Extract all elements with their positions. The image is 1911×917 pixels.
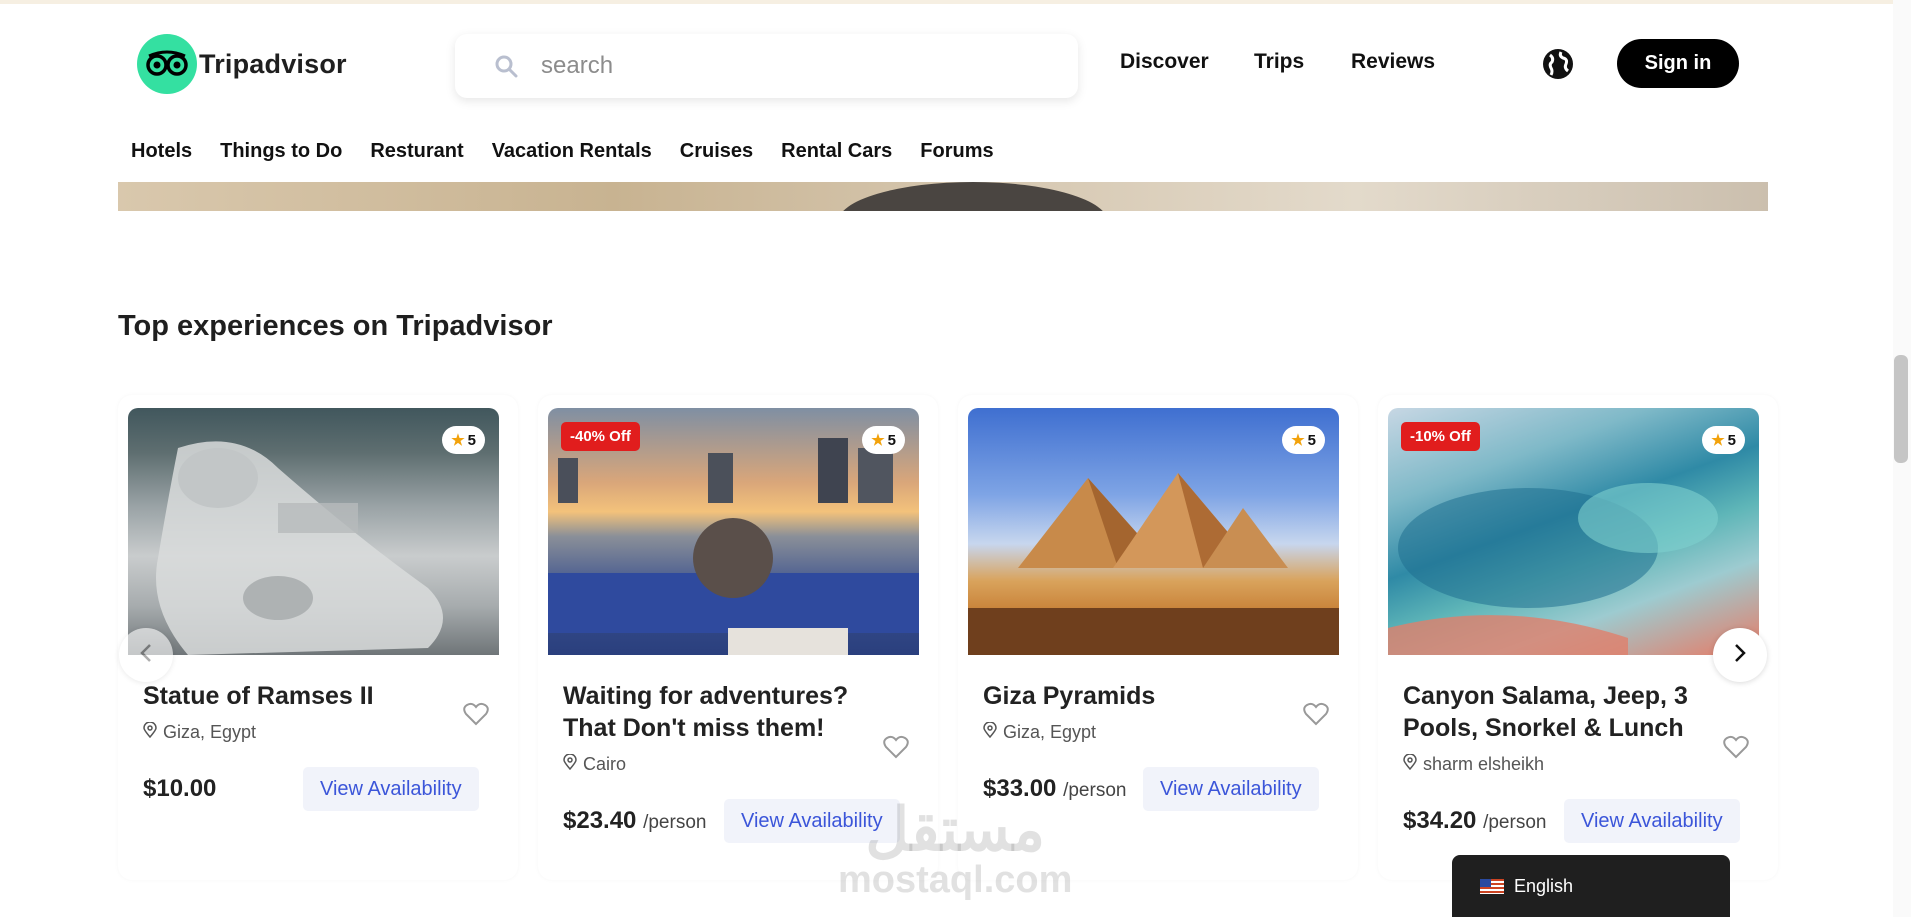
scrollbar-thumb[interactable] xyxy=(1894,355,1908,463)
category-nav: Hotels Things to Do Resturant Vacation R… xyxy=(131,140,994,163)
category-forums[interactable]: Forums xyxy=(920,140,993,163)
star-icon: ★ xyxy=(451,432,465,449)
owl-logo-icon xyxy=(137,34,197,94)
location-pin-icon xyxy=(1403,753,1417,775)
price-value: $23.40 xyxy=(563,807,637,834)
language-selector[interactable]: English xyxy=(1452,855,1730,917)
card-location: sharm elsheikh xyxy=(1403,753,1545,775)
card-title[interactable]: Giza Pyramids xyxy=(983,680,1293,712)
section-title: Top experiences on Tripadvisor xyxy=(118,310,553,342)
card-location: Cairo xyxy=(563,753,627,775)
nav-discover[interactable]: Discover xyxy=(1120,50,1209,74)
carousel-next-button[interactable] xyxy=(1713,628,1767,682)
rating-value: 5 xyxy=(1727,431,1736,449)
category-rental-cars[interactable]: Rental Cars xyxy=(781,140,892,163)
price-unit: /person xyxy=(1063,780,1127,801)
hero-stone-shape xyxy=(838,182,1108,211)
category-hotels[interactable]: Hotels xyxy=(131,140,192,163)
rating-badge: ★ 5 xyxy=(1282,426,1325,454)
card-image-nile-boat[interactable]: -40% Off ★ 5 xyxy=(548,408,919,655)
rating-value: 5 xyxy=(467,431,476,449)
rating-badge: ★ 5 xyxy=(862,426,905,454)
category-vacation-rentals[interactable]: Vacation Rentals xyxy=(492,140,652,163)
heart-icon[interactable] xyxy=(1302,700,1330,728)
experience-card[interactable]: ★ 5 Statue of Ramses II Giza, Egypt $10.… xyxy=(118,395,518,880)
chevron-left-icon xyxy=(139,643,153,668)
price-unit: /person xyxy=(643,812,707,833)
us-flag-icon xyxy=(1480,878,1504,894)
brand-logo[interactable]: Tripadvisor xyxy=(137,34,347,94)
language-label: English xyxy=(1514,875,1574,896)
watermark-latin: mostaql.com xyxy=(838,859,1073,901)
card-title[interactable]: Statue of Ramses II xyxy=(143,680,453,712)
location-text: Cairo xyxy=(583,754,627,774)
search-bar[interactable] xyxy=(455,34,1078,98)
view-availability-button[interactable]: View Availability xyxy=(1143,767,1319,811)
discount-badge: -10% Off xyxy=(1401,422,1480,451)
view-availability-button[interactable]: View Availability xyxy=(1564,799,1740,843)
chevron-right-icon xyxy=(1733,643,1747,668)
location-text: sharm elsheikh xyxy=(1423,754,1545,774)
heart-icon[interactable] xyxy=(882,733,910,761)
rating-badge: ★ 5 xyxy=(442,426,485,454)
location-pin-icon xyxy=(143,721,157,743)
rating-value: 5 xyxy=(887,431,896,449)
heart-icon[interactable] xyxy=(1722,733,1750,761)
nav-reviews[interactable]: Reviews xyxy=(1351,50,1435,74)
card-price: $10.00 xyxy=(143,775,216,803)
nav-trips[interactable]: Trips xyxy=(1254,50,1304,74)
watermark-arabic: مستقل xyxy=(865,796,1045,863)
star-icon: ★ xyxy=(1711,432,1725,449)
category-things-to-do[interactable]: Things to Do xyxy=(220,140,342,163)
star-icon: ★ xyxy=(1291,432,1305,449)
location-pin-icon xyxy=(563,753,577,775)
category-resturant[interactable]: Resturant xyxy=(370,140,463,163)
globe-icon[interactable] xyxy=(1541,47,1575,81)
carousel-prev-button[interactable] xyxy=(119,628,173,682)
card-image-pyramids[interactable]: ★ 5 xyxy=(968,408,1339,655)
browser-top-line xyxy=(0,0,1911,4)
rating-value: 5 xyxy=(1307,431,1316,449)
hero-image xyxy=(118,182,1768,211)
watermark: مستقل mostaql.com xyxy=(838,796,1073,901)
location-text: Giza, Egypt xyxy=(163,722,257,742)
brand-name: Tripadvisor xyxy=(199,48,347,79)
page-scrollbar[interactable] xyxy=(1893,0,1911,917)
view-availability-button[interactable]: View Availability xyxy=(303,767,479,811)
card-price: $23.40 /person xyxy=(563,807,706,835)
rating-badge: ★ 5 xyxy=(1702,426,1745,454)
price-value: $10.00 xyxy=(143,775,217,802)
price-value: $34.20 xyxy=(1403,807,1477,834)
card-price: $34.20 /person xyxy=(1403,807,1546,835)
category-cruises[interactable]: Cruises xyxy=(680,140,753,163)
card-location: Giza, Egypt xyxy=(983,721,1097,743)
price-unit: /person xyxy=(1483,812,1547,833)
heart-icon[interactable] xyxy=(462,700,490,728)
location-text: Giza, Egypt xyxy=(1003,722,1097,742)
star-icon: ★ xyxy=(871,432,885,449)
card-location: Giza, Egypt xyxy=(143,721,257,743)
search-icon xyxy=(493,53,519,79)
discount-badge: -40% Off xyxy=(561,422,640,451)
search-input[interactable] xyxy=(539,51,1043,81)
card-image-ramses[interactable]: ★ 5 xyxy=(128,408,499,655)
location-pin-icon xyxy=(983,721,997,743)
card-title[interactable]: Waiting for adventures? That Don't miss … xyxy=(563,680,873,744)
sign-in-button[interactable]: Sign in xyxy=(1617,39,1739,88)
card-title[interactable]: Canyon Salama, Jeep, 3 Pools, Snorkel & … xyxy=(1403,680,1713,744)
card-image-canyon[interactable]: -10% Off ★ 5 xyxy=(1388,408,1759,655)
